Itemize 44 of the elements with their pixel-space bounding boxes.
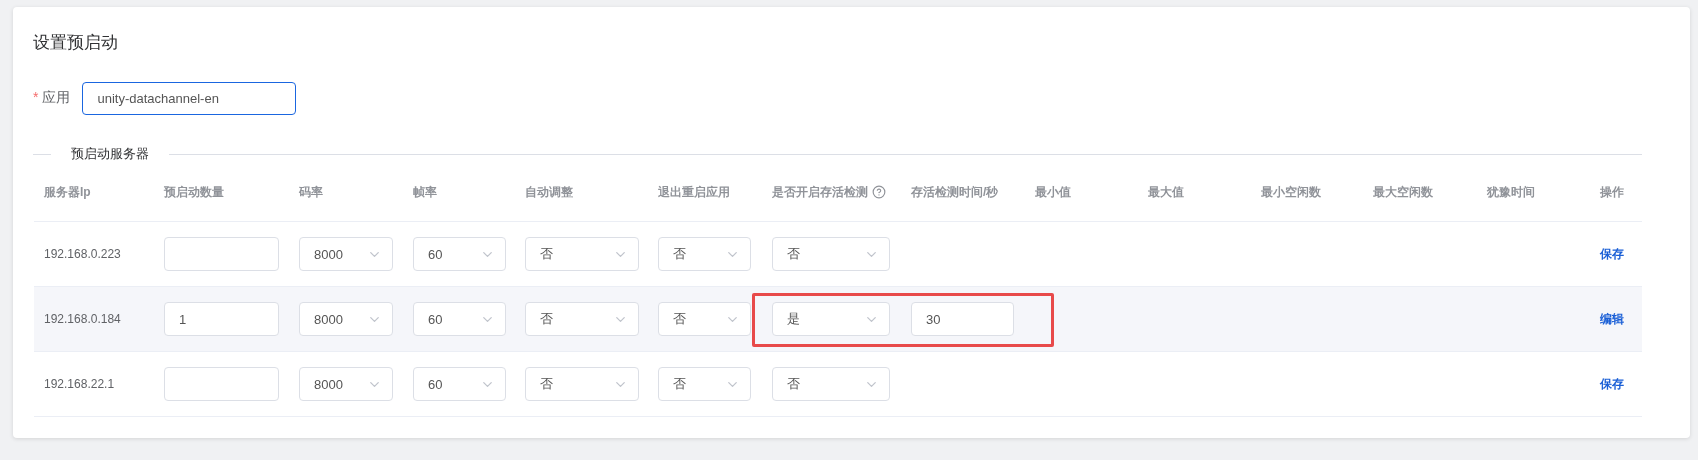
select-field[interactable]: 是 (772, 302, 890, 336)
select-field[interactable]: 8000 (299, 237, 393, 271)
column-header: 预启动数量 (164, 183, 224, 201)
action-link[interactable]: 保存 (1600, 375, 1624, 393)
section-title: 预启动服务器 (70, 145, 150, 163)
column-header: 码率 (299, 183, 323, 201)
select-field[interactable]: 60 (413, 237, 506, 271)
help-icon[interactable] (872, 185, 886, 199)
select-field[interactable]: 60 (413, 302, 506, 336)
select-field[interactable]: 否 (525, 237, 639, 271)
column-header: 最大值 (1148, 183, 1184, 201)
column-header: 退出重启应用 (658, 183, 730, 201)
field-label: * 应用 (33, 89, 71, 107)
table-cell: 192.168.0.223 (44, 247, 121, 261)
select-field[interactable]: 否 (658, 237, 751, 271)
column-header: 服务器Ip (44, 183, 91, 201)
select-field[interactable]: 否 (525, 302, 639, 336)
column-header: 犹豫时间 (1487, 183, 1535, 201)
app-input-field[interactable]: unity-datachannel-en (82, 81, 297, 115)
select-field[interactable]: 60 (413, 367, 506, 401)
select-field[interactable]: 8000 (299, 302, 393, 336)
column-header: 存活检测时间/秒 (911, 183, 999, 201)
count-input-field[interactable] (164, 237, 279, 271)
action-link[interactable]: 保存 (1600, 245, 1624, 263)
select-field[interactable]: 否 (658, 302, 751, 336)
column-header: 自动调整 (525, 183, 573, 201)
column-header: 是否开启存活检测 (772, 183, 868, 201)
count-input-field[interactable] (164, 367, 279, 401)
table-cell: 192.168.22.1 (44, 377, 115, 391)
select-field[interactable]: 否 (772, 367, 890, 401)
page-title: 设置预启动 (33, 32, 119, 54)
count-input-field[interactable]: 1 (164, 302, 279, 336)
column-header: 最大空闲数 (1373, 183, 1433, 201)
time-input-field[interactable]: 30 (911, 302, 1014, 336)
column-header: 操作 (1600, 183, 1624, 201)
action-link[interactable]: 编辑 (1600, 310, 1624, 328)
column-header: 最小值 (1035, 183, 1071, 201)
column-header: 帧率 (413, 183, 437, 201)
select-field[interactable]: 否 (658, 367, 751, 401)
column-header: 最小空闲数 (1261, 183, 1321, 201)
select-field[interactable]: 否 (525, 367, 639, 401)
select-field[interactable]: 否 (772, 237, 890, 271)
select-field[interactable]: 8000 (299, 367, 393, 401)
table-cell: 192.168.0.184 (44, 312, 121, 326)
